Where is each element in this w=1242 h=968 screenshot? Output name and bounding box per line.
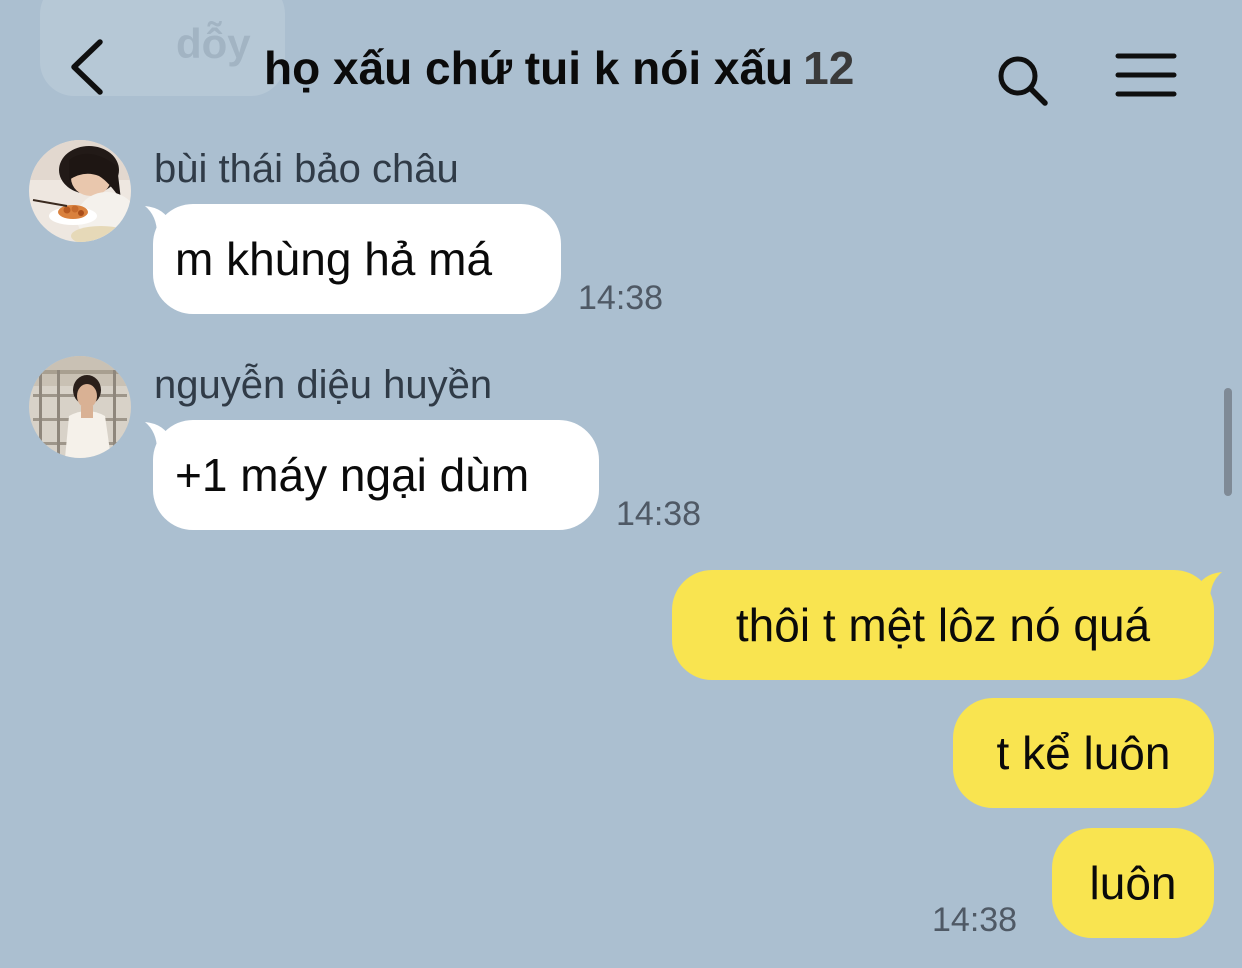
member-count: 12 [803,42,855,94]
menu-button[interactable] [1114,50,1178,100]
message-bubble-outgoing[interactable]: thôi t mệt lôz nó quá [672,570,1214,680]
sender-name: nguyễn diệu huyền [154,363,493,407]
back-button[interactable] [62,34,118,98]
avatar-sender-1[interactable] [29,140,131,242]
message-time: 14:38 [932,901,1018,939]
message-bubble-incoming[interactable]: m khùng hả má [153,204,561,314]
chat-name: họ xấu chứ tui k nói xấu [264,42,794,94]
chat-title: họ xấu chứ tui k nói xấu 12 [264,38,854,98]
message-time: 14:38 [616,495,702,533]
avatar-image [29,140,131,242]
scrollbar-thumb[interactable] [1224,388,1232,496]
message-time: 14:38 [578,279,664,317]
search-button[interactable] [994,52,1050,108]
search-icon [998,56,1048,106]
avatar-image [29,356,131,458]
chevron-left-icon [71,39,103,95]
background-message-text: dỗy [176,20,251,67]
message-bubble-outgoing[interactable]: luôn [1052,828,1214,938]
message-text: m khùng hả má [175,233,493,285]
message-text: thôi t mệt lôz nó quá [735,599,1151,651]
message-text: +1 máy ngại dùm [175,449,530,501]
hamburger-menu-icon [1115,53,1177,97]
message-bubble-outgoing[interactable]: t kể luôn [953,698,1214,808]
sender-name: bùi thái bảo châu [154,147,459,191]
avatar-sender-2[interactable] [29,356,131,458]
message-text: t kể luôn [996,727,1171,779]
message-bubble-incoming[interactable]: +1 máy ngại dùm [153,420,599,530]
message-text: luôn [1089,857,1177,909]
